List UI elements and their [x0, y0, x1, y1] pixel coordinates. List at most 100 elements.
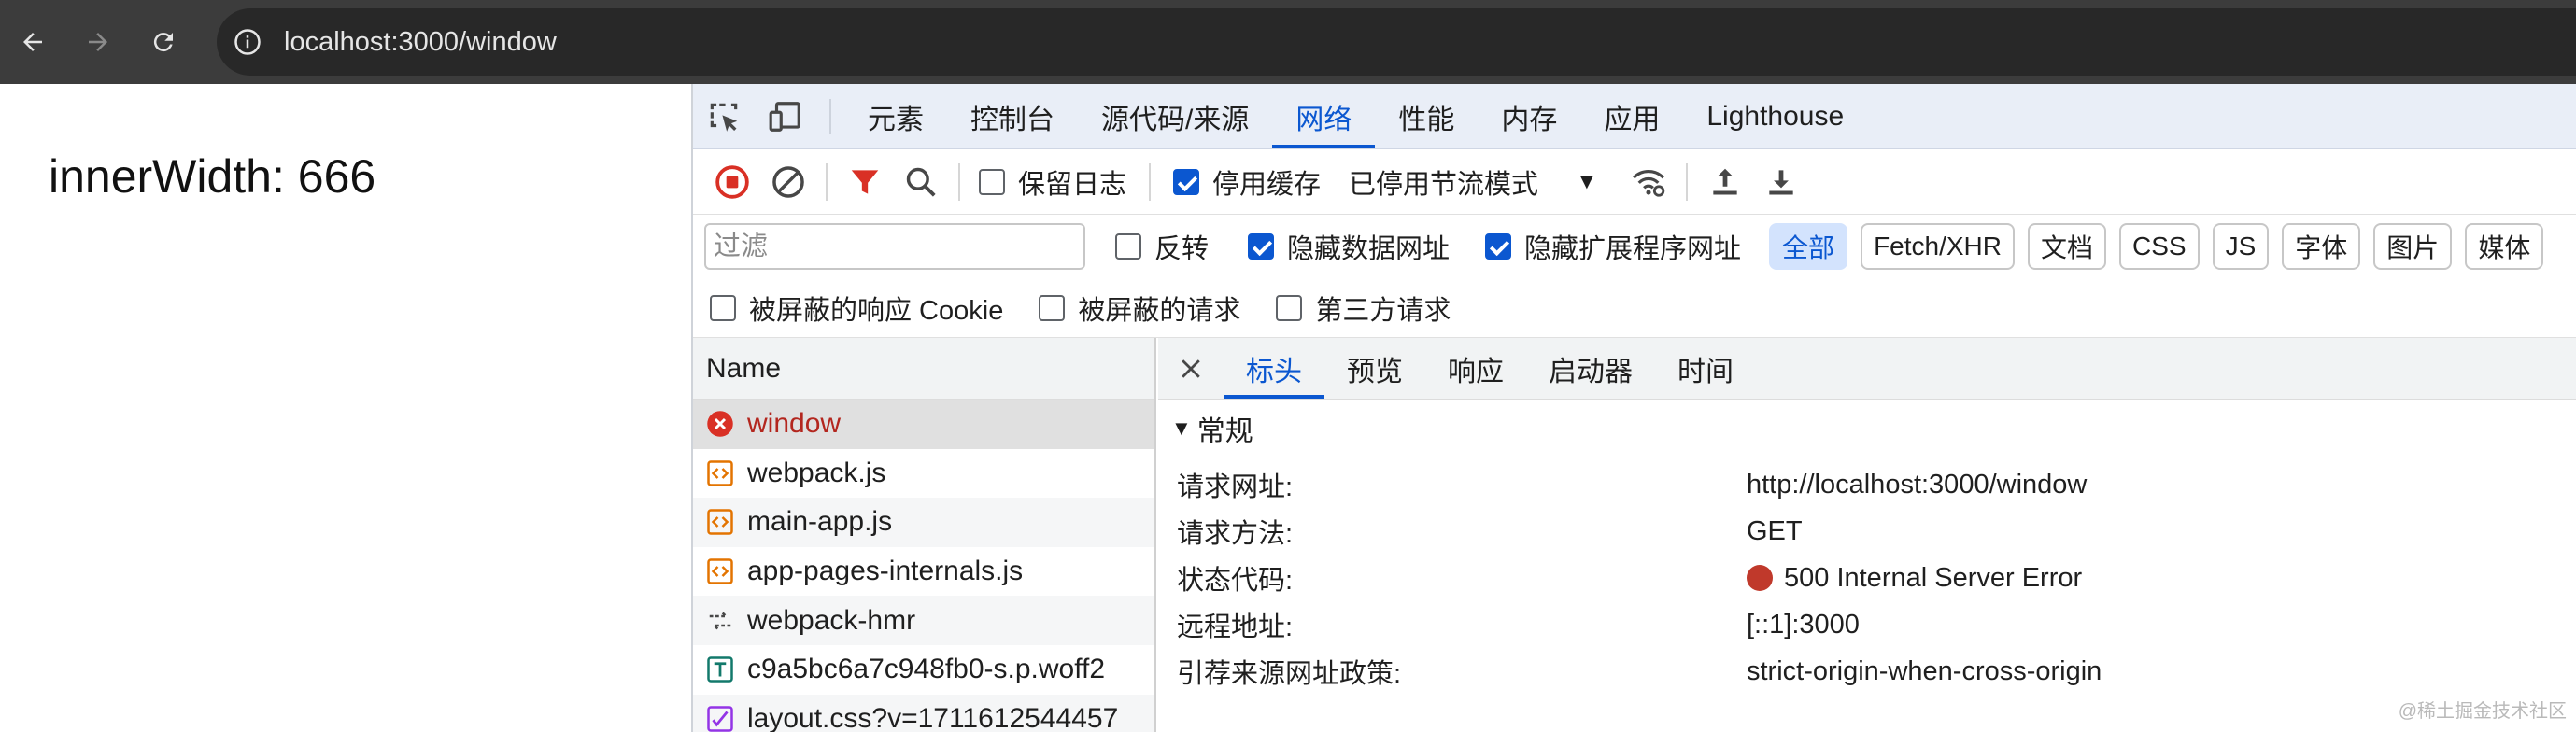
hide-data-urls-checkbox[interactable]: 隐藏数据网址 — [1248, 227, 1450, 266]
tab-sources[interactable]: 源代码/来源 — [1078, 84, 1272, 148]
address-bar[interactable]: localhost:3000/window — [217, 8, 2576, 76]
checkbox-checked[interactable] — [1173, 168, 1200, 195]
request-row-main-app-js[interactable]: main-app.js — [693, 498, 1154, 547]
column-header-name[interactable]: Name — [693, 338, 1154, 400]
close-icon — [1182, 359, 1200, 378]
inspect-element-button[interactable] — [693, 84, 755, 148]
tab-preview[interactable]: 预览 — [1324, 338, 1425, 399]
checkbox-unchecked[interactable] — [1115, 233, 1141, 260]
throttling-value: 已停用节流模式 — [1349, 169, 1539, 200]
field-request-url: 请求网址: http://localhost:3000/window — [1158, 461, 2576, 508]
field-key: 远程地址: — [1177, 612, 1294, 642]
reload-icon — [153, 33, 173, 52]
search-icon — [906, 167, 936, 197]
type-filter-css[interactable]: CSS — [2119, 223, 2200, 270]
toolbar-separator — [1685, 162, 1688, 201]
tab-headers[interactable]: 标头 — [1224, 338, 1324, 399]
checkbox-unchecked[interactable] — [710, 294, 736, 321]
type-filter-font[interactable]: 字体 — [2282, 223, 2361, 270]
type-filter-fetch-xhr[interactable]: Fetch/XHR — [1861, 223, 2015, 270]
device-toolbar-button[interactable] — [755, 84, 816, 148]
type-filter-doc[interactable]: 文档 — [2028, 223, 2107, 270]
tab-lighthouse[interactable]: Lighthouse — [1683, 84, 1867, 148]
checkbox-unchecked[interactable] — [1276, 294, 1303, 321]
general-section-header[interactable]: ▼ 常规 — [1158, 400, 2576, 458]
request-row-app-pages-internals-js[interactable]: app-pages-internals.js — [693, 547, 1154, 597]
record-button[interactable] — [704, 154, 760, 210]
request-row-layout-css[interactable]: layout.css?v=1711612544457 — [693, 694, 1154, 732]
request-rows: window webpack.js main-app.js app-pages-… — [693, 400, 1154, 732]
request-name: app-pages-internals.js — [747, 556, 1024, 587]
invert-label: 反转 — [1154, 234, 1210, 264]
tab-console[interactable]: 控制台 — [947, 84, 1078, 148]
hide-extension-urls-checkbox[interactable]: 隐藏扩展程序网址 — [1485, 227, 1741, 266]
tab-response[interactable]: 响应 — [1425, 338, 1526, 399]
triangle-down-icon: ▼ — [1171, 415, 1192, 440]
browser-toolbar: localhost:3000/window — [0, 0, 2576, 84]
tab-timing[interactable]: 时间 — [1655, 338, 1756, 399]
request-row-webpack-js[interactable]: webpack.js — [693, 449, 1154, 499]
request-row-window[interactable]: window — [693, 400, 1154, 449]
reload-button[interactable] — [131, 0, 196, 84]
close-detail-button[interactable] — [1158, 338, 1224, 399]
stop-recording-icon — [715, 164, 749, 199]
field-key: 引荐来源网址政策: — [1177, 659, 1402, 689]
search-button[interactable] — [893, 154, 949, 210]
checkbox-unchecked[interactable] — [979, 168, 1005, 195]
field-value: strict-origin-when-cross-origin — [1747, 655, 2102, 686]
device-toggle-icon — [769, 101, 800, 132]
third-party-checkbox[interactable]: 第三方请求 — [1276, 289, 1451, 328]
invert-checkbox[interactable]: 反转 — [1115, 227, 1209, 266]
tab-separator — [829, 99, 831, 134]
request-row-webpack-hmr[interactable]: webpack-hmr — [693, 596, 1154, 645]
request-list: Name window webpack.js main-app.js app-p… — [693, 338, 1156, 732]
checkbox-checked[interactable] — [1485, 233, 1512, 260]
font-icon — [706, 655, 734, 683]
detail-tab-bar: 标头 预览 响应 启动器 时间 — [1158, 338, 2576, 400]
throttling-select[interactable]: 已停用节流模式 ▼ — [1349, 162, 1598, 202]
field-value: [::1]:3000 — [1747, 609, 1860, 640]
caret-down-icon: ▼ — [1576, 168, 1598, 194]
preserve-log-checkbox[interactable]: 保留日志 — [979, 162, 1126, 202]
tab-elements[interactable]: 元素 — [844, 84, 947, 148]
websocket-icon — [706, 607, 734, 635]
filter-button[interactable] — [837, 154, 893, 210]
tab-initiator[interactable]: 启动器 — [1526, 338, 1655, 399]
network-toolbar: 保留日志 停用缓存 已停用节流模式 ▼ — [693, 149, 2576, 215]
network-conditions-button[interactable] — [1621, 154, 1677, 210]
error-icon — [706, 410, 734, 438]
type-filter-js[interactable]: JS — [2212, 223, 2270, 270]
page-viewport: innerWidth: 666 — [0, 84, 691, 732]
arrow-left-icon — [23, 33, 42, 51]
devtools-panel: 元素 控制台 源代码/来源 网络 性能 内存 应用 Lighthouse 保留日… — [691, 84, 2576, 732]
checkbox-unchecked[interactable] — [1039, 294, 1066, 321]
tab-memory[interactable]: 内存 — [1478, 84, 1580, 148]
field-status-code: 状态代码: 500 Internal Server Error — [1158, 555, 2576, 601]
tab-application[interactable]: 应用 — [1580, 84, 1683, 148]
filter-input[interactable] — [704, 223, 1085, 270]
clear-button[interactable] — [760, 154, 816, 210]
wifi-settings-icon — [1632, 169, 1665, 197]
url-text[interactable]: localhost:3000/window — [284, 27, 557, 58]
filter-bar-secondary: 被屏蔽的响应 Cookie 被屏蔽的请求 第三方请求 — [693, 278, 2576, 338]
import-har-button[interactable] — [1697, 154, 1753, 210]
checkbox-checked[interactable] — [1248, 233, 1275, 260]
request-row-font-woff2[interactable]: c9a5bc6a7c948fb0-s.p.woff2 — [693, 645, 1154, 695]
blocked-requests-checkbox[interactable]: 被屏蔽的请求 — [1039, 289, 1240, 328]
tab-network[interactable]: 网络 — [1272, 84, 1376, 148]
inspect-element-icon — [710, 103, 738, 132]
request-name: main-app.js — [747, 506, 893, 538]
info-icon[interactable] — [234, 28, 262, 56]
tab-performance[interactable]: 性能 — [1375, 84, 1478, 148]
forward-button[interactable] — [65, 0, 131, 84]
disable-cache-checkbox[interactable]: 停用缓存 — [1173, 162, 1321, 202]
blocked-cookies-checkbox[interactable]: 被屏蔽的响应 Cookie — [710, 289, 1003, 328]
stylesheet-icon — [706, 705, 734, 732]
blocked-requests-label: 被屏蔽的请求 — [1078, 295, 1241, 326]
type-filter-media[interactable]: 媒体 — [2465, 223, 2544, 270]
type-filter-img[interactable]: 图片 — [2373, 223, 2453, 270]
back-button[interactable] — [0, 0, 65, 84]
type-filter-all[interactable]: 全部 — [1769, 223, 1848, 270]
status-error-icon — [1747, 565, 1773, 591]
export-har-button[interactable] — [1753, 154, 1809, 210]
